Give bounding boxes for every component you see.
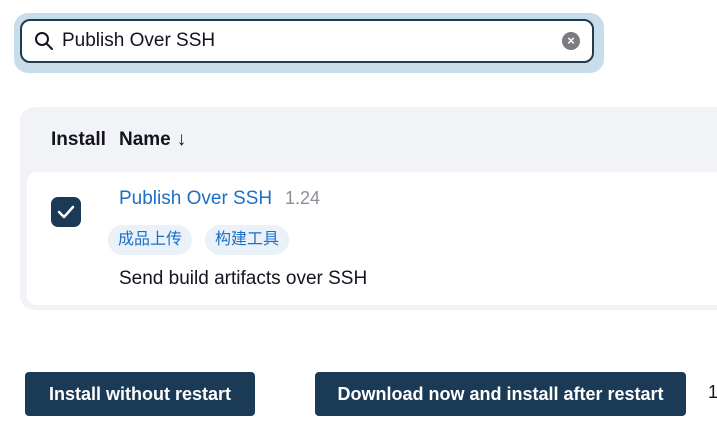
install-without-restart-button[interactable]: Install without restart xyxy=(25,372,255,416)
sort-arrow-icon: ↓ xyxy=(176,129,187,150)
clear-search-icon[interactable]: × xyxy=(562,32,580,50)
category-tag[interactable]: 成品上传 xyxy=(108,225,193,255)
plugin-name-link[interactable]: Publish Over SSH xyxy=(119,188,272,210)
checkmark-icon xyxy=(57,205,75,219)
column-header-install: Install xyxy=(51,129,106,150)
plugin-excerpt: Send build artifacts over SSH xyxy=(119,268,368,289)
download-and-install-after-restart-button[interactable]: Download now and install after restart xyxy=(315,372,686,416)
search-icon xyxy=(34,31,54,51)
watermark: CSDN @大忽悠爱忽悠 xyxy=(510,419,683,438)
search-focus-ring: × xyxy=(14,13,604,73)
plugin-version: 1.24 xyxy=(285,188,321,208)
category-tag[interactable]: 构建工具 xyxy=(205,225,290,255)
column-header-name-label: Name xyxy=(119,129,171,150)
column-header-name[interactable]: Name ↓ xyxy=(119,129,186,151)
search-input[interactable] xyxy=(62,28,542,54)
truncated-text: 1 xyxy=(708,382,717,402)
install-checkbox[interactable] xyxy=(51,197,81,227)
search-box[interactable]: × xyxy=(20,19,594,63)
